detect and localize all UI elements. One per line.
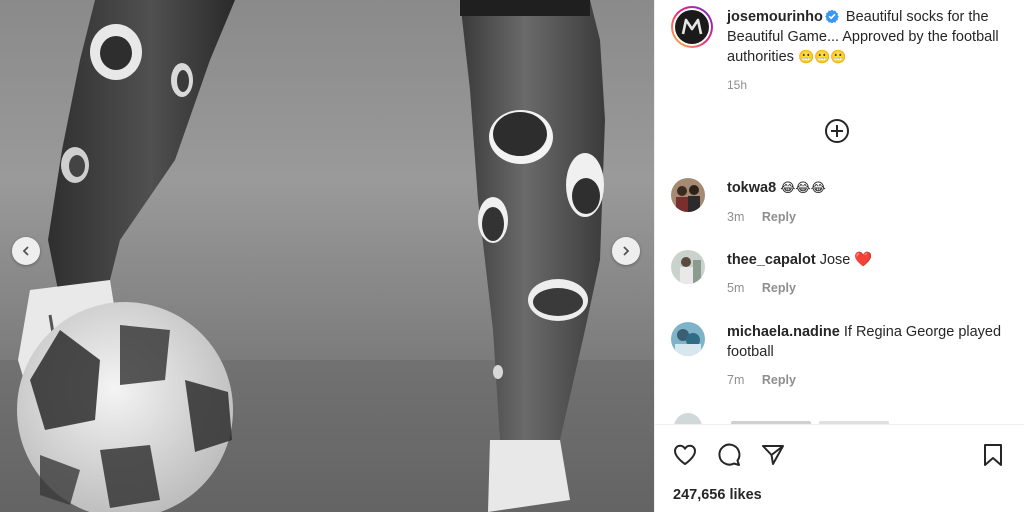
post-photo	[0, 0, 654, 512]
author-username[interactable]: josemourinho	[727, 9, 823, 25]
post-side-panel: josemourinho Beautiful socks for the Bea…	[654, 0, 1024, 512]
caption-emoji: 😬😬😬	[797, 50, 847, 65]
commenter-avatar[interactable]	[671, 178, 705, 212]
comment-item: michaela.nadine If Regina George played …	[671, 322, 1016, 390]
comment-timestamp[interactable]: 3m	[727, 210, 744, 224]
comment-username[interactable]: thee_capalot	[727, 252, 816, 268]
reply-button[interactable]: Reply	[762, 210, 796, 224]
post-media[interactable]	[0, 0, 654, 512]
comment-item: thee_capalot Jose ❤️ 5m Reply	[671, 250, 1016, 298]
comment-text: 😂😂😂	[780, 181, 826, 196]
post-caption: josemourinho Beautiful socks for the Bea…	[671, 6, 1016, 95]
verified-badge-icon	[825, 9, 839, 23]
plus-circle-icon[interactable]	[823, 117, 851, 145]
reply-button[interactable]: Reply	[762, 281, 796, 295]
comment-item: tokwa8 😂😂😂 3m Reply	[671, 178, 1016, 227]
post-action-bar: 247,656 likes	[655, 424, 1024, 512]
paper-plane-icon[interactable]	[760, 442, 786, 468]
comment-timestamp[interactable]: 7m	[727, 373, 744, 387]
author-logo-icon	[681, 18, 703, 35]
reply-button[interactable]: Reply	[762, 373, 796, 387]
comment-text: Jose ❤️	[819, 252, 873, 268]
chevron-left-icon	[22, 246, 29, 256]
comment-bubble-icon[interactable]	[716, 442, 742, 468]
comment-username[interactable]: tokwa8	[727, 180, 776, 196]
carousel-next-button[interactable]	[612, 237, 640, 265]
chevron-right-icon	[623, 246, 630, 256]
comment-timestamp[interactable]: 5m	[727, 281, 744, 295]
heart-icon[interactable]	[672, 442, 698, 468]
author-avatar[interactable]	[671, 6, 713, 48]
likes-count[interactable]: 247,656 likes	[673, 487, 762, 503]
commenter-avatar[interactable]	[671, 250, 705, 284]
commenter-avatar[interactable]	[671, 322, 705, 356]
post-timestamp[interactable]: 15h	[727, 75, 1016, 95]
comment-username[interactable]: michaela.nadine	[727, 324, 840, 340]
bookmark-icon[interactable]	[980, 442, 1006, 468]
carousel-prev-button[interactable]	[12, 237, 40, 265]
